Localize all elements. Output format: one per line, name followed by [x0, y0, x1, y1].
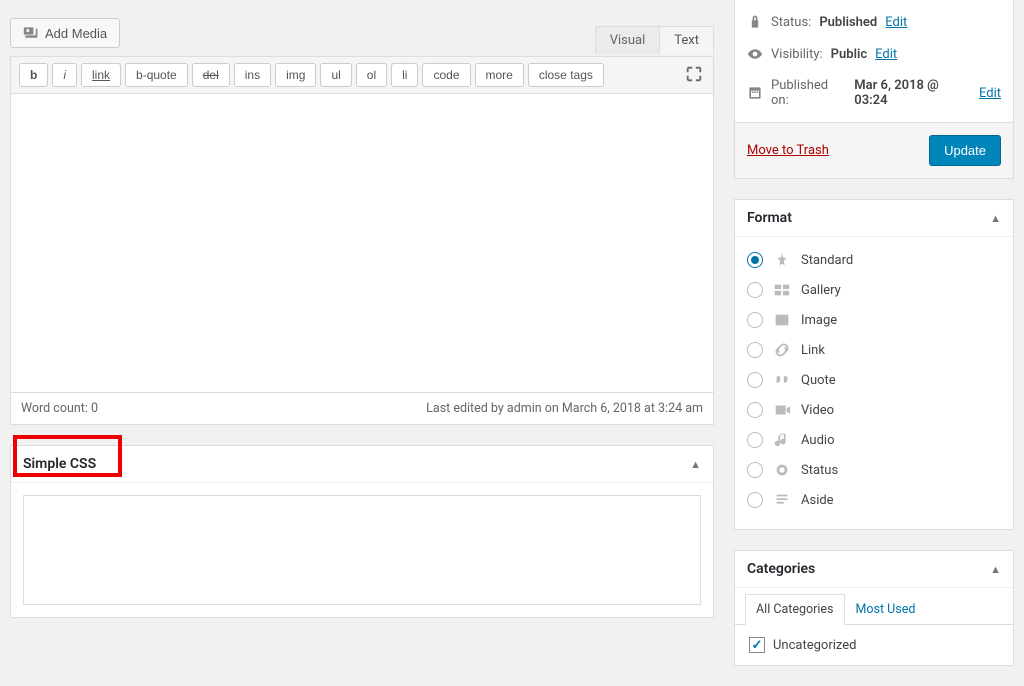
toolbar-ol[interactable]: ol [356, 63, 387, 87]
toolbar-bquote[interactable]: b-quote [125, 63, 188, 87]
add-media-label: Add Media [45, 26, 107, 41]
status-icon [773, 461, 791, 479]
radio[interactable] [747, 282, 763, 298]
radio[interactable] [747, 252, 763, 268]
radio[interactable] [747, 372, 763, 388]
toolbar-code[interactable]: code [422, 63, 470, 87]
radio[interactable] [747, 342, 763, 358]
publish-box: Status: Published Edit Visibility: Publi… [734, 0, 1014, 179]
cat-tab-all[interactable]: All Categories [745, 594, 845, 625]
visibility-label: Visibility: [771, 47, 823, 62]
format-label: Image [801, 313, 837, 328]
format-item-gallery[interactable]: Gallery [747, 275, 1001, 305]
key-icon [747, 14, 763, 30]
fullscreen-icon[interactable] [685, 65, 703, 83]
format-item-video[interactable]: Video [747, 395, 1001, 425]
status-value: Published [819, 15, 877, 30]
eye-icon [747, 46, 763, 62]
format-item-audio[interactable]: Audio [747, 425, 1001, 455]
tab-visual[interactable]: Visual [595, 26, 660, 54]
toolbar-img[interactable]: img [275, 63, 316, 87]
format-label: Standard [801, 253, 853, 268]
category-label: Uncategorized [773, 638, 856, 653]
radio[interactable] [747, 432, 763, 448]
tab-text[interactable]: Text [659, 26, 714, 54]
toolbar-more[interactable]: more [475, 63, 524, 87]
format-label: Link [801, 343, 825, 358]
published-edit-link[interactable]: Edit [979, 86, 1001, 101]
aside-icon [773, 491, 791, 509]
calendar-icon [747, 85, 763, 101]
toolbar-close-tags[interactable]: close tags [528, 63, 604, 87]
gallery-icon [773, 281, 791, 299]
format-label: Aside [801, 493, 834, 508]
toolbar-ul[interactable]: ul [320, 63, 351, 87]
checkbox[interactable] [749, 637, 765, 653]
published-label: Published on: [771, 78, 846, 108]
simple-css-title: Simple CSS [23, 456, 96, 472]
cat-tab-most-used[interactable]: Most Used [845, 594, 927, 625]
format-item-link[interactable]: Link [747, 335, 1001, 365]
format-item-aside[interactable]: Aside [747, 485, 1001, 515]
toolbar-link[interactable]: link [81, 63, 121, 87]
visibility-value: Public [831, 47, 867, 62]
published-value: Mar 6, 2018 @ 03:24 [854, 78, 971, 108]
format-label: Audio [801, 433, 834, 448]
radio[interactable] [747, 462, 763, 478]
simple-css-box: Simple CSS ▲ [10, 445, 714, 618]
toolbar-ins[interactable]: ins [234, 63, 271, 87]
toolbar-li[interactable]: li [391, 63, 418, 87]
move-to-trash-link[interactable]: Move to Trash [747, 143, 829, 158]
word-count: Word count: 0 [21, 401, 98, 416]
update-button[interactable]: Update [929, 135, 1001, 166]
categories-title: Categories [747, 561, 815, 577]
format-item-image[interactable]: Image [747, 305, 1001, 335]
toolbar-b[interactable]: b [19, 63, 48, 87]
format-label: Status [801, 463, 838, 478]
image-icon [773, 311, 791, 329]
format-label: Video [801, 403, 834, 418]
video-icon [773, 401, 791, 419]
toggle-icon[interactable]: ▲ [690, 458, 701, 471]
simple-css-textarea[interactable] [23, 495, 701, 605]
pin-icon [773, 251, 791, 269]
format-label: Gallery [801, 283, 841, 298]
audio-icon [773, 431, 791, 449]
editor-toolbar: b i link b-quote del ins img ul ol li co… [11, 57, 713, 94]
status-label: Status: [771, 15, 811, 30]
toggle-icon[interactable]: ▲ [990, 563, 1001, 576]
link-icon [773, 341, 791, 359]
category-item[interactable]: Uncategorized [749, 637, 999, 653]
format-item-quote[interactable]: Quote [747, 365, 1001, 395]
radio[interactable] [747, 492, 763, 508]
format-title: Format [747, 210, 792, 226]
quote-icon [773, 371, 791, 389]
format-box: Format ▲ Standard Gallery Image Link Quo… [734, 199, 1014, 530]
format-label: Quote [801, 373, 836, 388]
last-edited: Last edited by admin on March 6, 2018 at… [426, 401, 703, 416]
status-edit-link[interactable]: Edit [885, 15, 907, 30]
categories-box: Categories ▲ All Categories Most Used Un… [734, 550, 1014, 666]
visibility-edit-link[interactable]: Edit [875, 47, 897, 62]
radio[interactable] [747, 402, 763, 418]
add-media-button[interactable]: Add Media [10, 18, 120, 48]
format-item-standard[interactable]: Standard [747, 245, 1001, 275]
media-icon [23, 25, 39, 41]
editor-textarea[interactable] [11, 94, 713, 392]
toolbar-i[interactable]: i [52, 63, 77, 87]
toolbar-del[interactable]: del [192, 63, 230, 87]
toggle-icon[interactable]: ▲ [990, 212, 1001, 225]
radio[interactable] [747, 312, 763, 328]
editor-box: Visual Text b i link b-quote del ins img… [10, 56, 714, 425]
format-item-status[interactable]: Status [747, 455, 1001, 485]
